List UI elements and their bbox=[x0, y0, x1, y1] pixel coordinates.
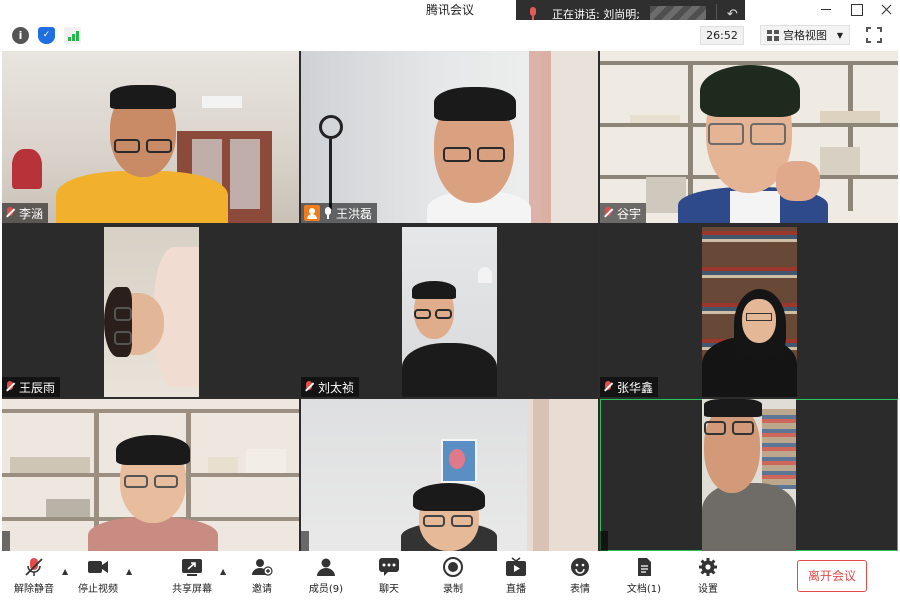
members-icon bbox=[315, 557, 337, 577]
view-mode-label: 宫格视图 bbox=[783, 29, 827, 42]
participant-video bbox=[702, 227, 797, 397]
participant-video bbox=[104, 227, 199, 397]
active-speaker-tile[interactable] bbox=[600, 399, 898, 551]
participant-video bbox=[402, 227, 497, 397]
fullscreen-icon[interactable] bbox=[866, 27, 882, 43]
video-grid: 李涵 王洪磊 谷宇 王辰雨 刘太祯 张华鑫 bbox=[2, 51, 898, 551]
mic-muted-icon bbox=[603, 206, 613, 220]
mic-on-icon bbox=[324, 207, 332, 219]
participant-name-tag bbox=[600, 531, 608, 551]
chevron-down-icon: ▼ bbox=[836, 30, 843, 40]
settings-button[interactable]: 设置 bbox=[680, 557, 736, 595]
participant-name-tag: 刘太祯 bbox=[301, 377, 360, 397]
video-tile[interactable]: 刘太祯 bbox=[301, 225, 598, 397]
participant-name: 王辰雨 bbox=[19, 380, 56, 395]
chevron-up-icon[interactable]: ▲ bbox=[220, 567, 226, 576]
document-icon bbox=[633, 557, 655, 577]
participant-name-tag: 张华鑫 bbox=[600, 377, 659, 397]
video-tile[interactable]: 李涵 bbox=[2, 51, 299, 223]
window-controls bbox=[820, 0, 892, 18]
video-tile[interactable]: 张华鑫 bbox=[600, 225, 898, 397]
smiley-icon bbox=[569, 557, 591, 577]
participant-name-tag: 李涵 bbox=[2, 203, 49, 223]
participant-name: 张华鑫 bbox=[617, 380, 654, 395]
participant-video bbox=[2, 399, 299, 551]
close-icon[interactable] bbox=[880, 3, 892, 15]
participant-video bbox=[301, 399, 598, 551]
participant-name: 王洪磊 bbox=[336, 206, 373, 221]
gear-icon bbox=[697, 557, 719, 577]
video-camera-icon bbox=[87, 557, 109, 577]
reactions-button[interactable]: 表情 bbox=[552, 557, 608, 595]
video-tile[interactable] bbox=[301, 399, 598, 551]
participant-video bbox=[301, 51, 598, 223]
security-shield-icon[interactable]: ✓ bbox=[38, 27, 55, 44]
meeting-toolbar: 解除静音 ▲ 停止视频 ▲ 共享屏幕 ▲ 邀请 成员(9) 聊天 录制 直播 表… bbox=[0, 553, 900, 600]
invite-button[interactable]: 邀请 bbox=[234, 557, 290, 595]
share-screen-icon bbox=[181, 557, 203, 577]
mic-muted-icon bbox=[5, 380, 15, 394]
video-tile[interactable] bbox=[2, 399, 299, 551]
chevron-up-icon[interactable]: ▲ bbox=[126, 567, 132, 576]
chat-button[interactable]: 聊天 bbox=[361, 557, 417, 595]
participant-name: 谷宇 bbox=[617, 206, 642, 221]
video-tile[interactable]: 王辰雨 bbox=[2, 225, 299, 397]
participant-video bbox=[600, 51, 898, 223]
documents-button[interactable]: 文档(1) bbox=[616, 557, 672, 595]
members-button[interactable]: 成员(9) bbox=[298, 557, 354, 595]
share-screen-button[interactable]: 共享屏幕 bbox=[164, 557, 220, 595]
mic-muted-icon bbox=[304, 380, 314, 394]
record-button[interactable]: 录制 bbox=[425, 557, 481, 595]
meeting-info-bar: i ✓ 26:52 宫格视图 ▼ bbox=[0, 20, 900, 50]
grid-view-icon bbox=[767, 29, 779, 41]
record-icon bbox=[442, 557, 464, 577]
participant-name: 李涵 bbox=[19, 206, 44, 221]
participant-name-tag: 谷宇 bbox=[600, 203, 647, 223]
video-tile[interactable]: 王洪磊 bbox=[301, 51, 598, 223]
stop-video-button[interactable]: 停止视频 bbox=[70, 557, 126, 595]
participant-name-tag bbox=[301, 531, 309, 551]
participant-name-tag: 王辰雨 bbox=[2, 377, 61, 397]
window-title: 腾讯会议 bbox=[425, 3, 474, 17]
participant-name-tag: 王洪磊 bbox=[301, 203, 378, 223]
chat-bubble-icon bbox=[378, 557, 400, 577]
view-mode-button[interactable]: 宫格视图 ▼ bbox=[760, 25, 850, 45]
mic-muted-icon bbox=[5, 206, 15, 220]
chevron-up-icon[interactable]: ▲ bbox=[62, 567, 68, 576]
mic-muted-icon bbox=[526, 7, 540, 21]
add-user-icon bbox=[251, 557, 273, 577]
maximize-icon[interactable] bbox=[850, 3, 863, 16]
participant-video bbox=[2, 51, 299, 223]
minimize-icon[interactable] bbox=[820, 3, 832, 15]
host-badge-icon bbox=[304, 205, 320, 221]
participant-name-tag bbox=[2, 531, 10, 551]
meeting-timer: 26:52 bbox=[700, 26, 744, 45]
participant-name: 刘太祯 bbox=[318, 380, 355, 395]
unmute-button[interactable]: 解除静音 bbox=[6, 557, 62, 595]
participant-video bbox=[702, 399, 796, 551]
info-icon[interactable]: i bbox=[12, 27, 29, 44]
live-stream-button[interactable]: 直播 bbox=[488, 557, 544, 595]
mic-muted-icon bbox=[23, 557, 45, 577]
mic-muted-icon bbox=[603, 380, 613, 394]
leave-meeting-button[interactable]: 离开会议 bbox=[797, 560, 867, 592]
title-bar: 腾讯会议 bbox=[0, 0, 900, 18]
live-tv-icon bbox=[505, 557, 527, 577]
network-signal-icon[interactable] bbox=[64, 27, 81, 44]
video-tile[interactable]: 谷宇 bbox=[600, 51, 898, 223]
